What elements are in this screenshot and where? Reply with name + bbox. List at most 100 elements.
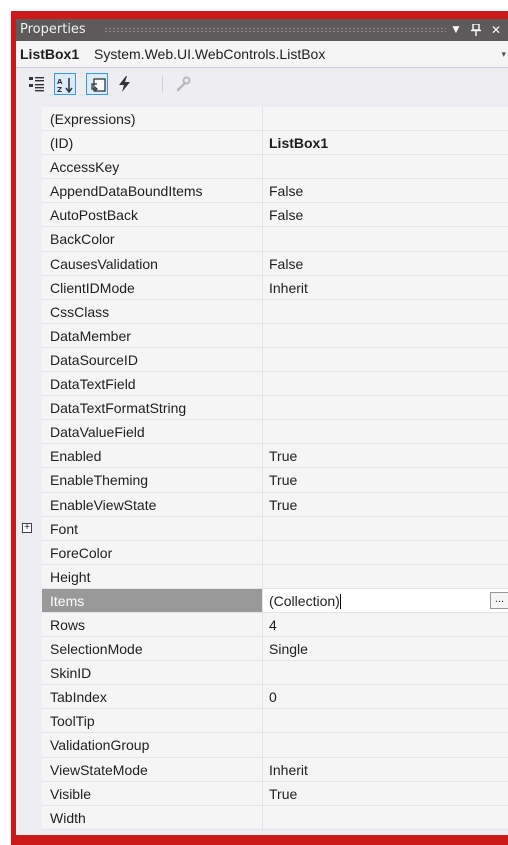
- property-name[interactable]: Items: [42, 588, 262, 613]
- property-name[interactable]: Visible: [42, 781, 262, 806]
- property-row[interactable]: ClientIDMode Inherit: [16, 275, 508, 300]
- property-value[interactable]: True: [262, 781, 508, 806]
- property-row[interactable]: DataSourceID: [16, 347, 508, 373]
- property-row[interactable]: ValidationGroup: [16, 733, 508, 758]
- property-value[interactable]: [262, 516, 508, 541]
- property-name[interactable]: (Expressions): [42, 107, 262, 132]
- categorized-button[interactable]: [26, 73, 48, 95]
- property-row[interactable]: Height: [16, 564, 508, 589]
- property-value[interactable]: True: [262, 468, 508, 493]
- close-icon[interactable]: ✕: [488, 19, 504, 41]
- property-name[interactable]: DataTextField: [42, 372, 262, 397]
- property-name[interactable]: EnableViewState: [42, 492, 262, 517]
- property-name[interactable]: Rows: [42, 612, 262, 638]
- events-button[interactable]: [114, 73, 136, 95]
- property-value[interactable]: 4: [262, 612, 508, 638]
- property-name[interactable]: Height: [42, 564, 262, 589]
- property-value[interactable]: [262, 107, 508, 132]
- properties-button[interactable]: [86, 73, 108, 95]
- property-row[interactable]: SkinID: [16, 661, 508, 686]
- expand-plus-icon[interactable]: +: [22, 522, 32, 533]
- property-row[interactable]: AutoPostBack False: [16, 203, 508, 228]
- property-name[interactable]: Font: [42, 516, 262, 541]
- property-row[interactable]: (Expressions): [16, 107, 508, 132]
- title-bar[interactable]: Properties ▼ ✕: [16, 19, 508, 41]
- property-value[interactable]: [262, 323, 508, 348]
- property-name[interactable]: BackColor: [42, 227, 262, 252]
- property-name[interactable]: CssClass: [42, 299, 262, 324]
- property-name[interactable]: SkinID: [42, 661, 262, 686]
- property-row[interactable]: DataTextField: [16, 372, 508, 397]
- property-row[interactable]: EnableTheming True: [16, 468, 508, 493]
- property-value[interactable]: [262, 564, 508, 589]
- property-name[interactable]: DataValueField: [42, 420, 262, 445]
- property-row[interactable]: ViewStateMode Inherit: [16, 757, 508, 782]
- property-value[interactable]: [262, 709, 508, 734]
- drag-grip[interactable]: [104, 27, 446, 33]
- property-row[interactable]: ToolTip: [16, 709, 508, 734]
- property-name[interactable]: (ID): [42, 131, 262, 156]
- property-row[interactable]: DataTextFormatString: [16, 396, 508, 421]
- property-value[interactable]: [262, 805, 508, 830]
- property-row[interactable]: AppendDataBoundItems False: [16, 179, 508, 204]
- property-value[interactable]: [262, 155, 508, 180]
- property-row[interactable]: Items (Collection)...: [16, 588, 508, 613]
- property-name[interactable]: ViewStateMode: [42, 757, 262, 782]
- property-name[interactable]: ForeColor: [42, 540, 262, 565]
- property-row[interactable]: ForeColor: [16, 540, 508, 565]
- property-value[interactable]: [262, 396, 508, 421]
- property-value[interactable]: True: [262, 492, 508, 517]
- property-value[interactable]: [262, 420, 508, 445]
- property-row[interactable]: CssClass: [16, 299, 508, 324]
- property-row[interactable]: TabIndex 0: [16, 685, 508, 710]
- object-selector[interactable]: ListBox1 System.Web.UI.WebControls.ListB…: [16, 41, 508, 68]
- property-name[interactable]: AutoPostBack: [42, 203, 262, 228]
- property-row[interactable]: AccessKey: [16, 155, 508, 180]
- property-name[interactable]: CausesValidation: [42, 251, 262, 276]
- window-options-dropdown-icon[interactable]: ▼: [448, 19, 464, 41]
- property-row[interactable]: DataMember: [16, 323, 508, 348]
- property-row[interactable]: Rows 4: [16, 612, 508, 638]
- property-name[interactable]: Enabled: [42, 444, 262, 469]
- property-row[interactable]: BackColor: [16, 227, 508, 252]
- property-pages-button[interactable]: [172, 73, 194, 95]
- property-value[interactable]: ListBox1: [262, 131, 508, 156]
- pin-icon[interactable]: [468, 19, 484, 43]
- property-name[interactable]: ValidationGroup: [42, 733, 262, 758]
- property-value[interactable]: [262, 733, 508, 758]
- property-name[interactable]: EnableTheming: [42, 468, 262, 493]
- property-name[interactable]: AppendDataBoundItems: [42, 179, 262, 204]
- chevron-down-icon[interactable]: ▾: [501, 41, 506, 67]
- property-row[interactable]: Width: [16, 805, 508, 830]
- property-value[interactable]: Single: [262, 637, 508, 662]
- property-value[interactable]: [262, 227, 508, 252]
- property-value[interactable]: Inherit: [262, 275, 508, 300]
- ellipsis-button[interactable]: ...: [490, 591, 508, 609]
- property-row[interactable]: DataValueField: [16, 420, 508, 445]
- property-value[interactable]: True: [262, 444, 508, 469]
- property-name[interactable]: ToolTip: [42, 709, 262, 734]
- property-name[interactable]: AccessKey: [42, 155, 262, 180]
- property-value[interactable]: [262, 372, 508, 397]
- property-value[interactable]: Inherit: [262, 757, 508, 782]
- property-row[interactable]: EnableViewState True: [16, 492, 508, 517]
- property-name[interactable]: DataSourceID: [42, 347, 262, 373]
- property-name[interactable]: DataTextFormatString: [42, 396, 262, 421]
- property-row[interactable]: SelectionMode Single: [16, 637, 508, 662]
- alphabetical-button[interactable]: A Z: [54, 73, 76, 95]
- property-value[interactable]: False: [262, 203, 508, 228]
- property-value[interactable]: False: [262, 179, 508, 204]
- property-value[interactable]: [262, 661, 508, 686]
- property-value[interactable]: [262, 540, 508, 565]
- property-name[interactable]: ClientIDMode: [42, 275, 262, 300]
- property-name[interactable]: TabIndex: [42, 685, 262, 710]
- property-name[interactable]: SelectionMode: [42, 637, 262, 662]
- property-name[interactable]: DataMember: [42, 323, 262, 348]
- property-row[interactable]: CausesValidation False: [16, 251, 508, 276]
- property-value[interactable]: [262, 347, 508, 373]
- property-name[interactable]: Width: [42, 805, 262, 830]
- property-value[interactable]: False: [262, 251, 508, 276]
- property-value[interactable]: (Collection)...: [262, 588, 508, 613]
- property-value[interactable]: [262, 299, 508, 324]
- property-row[interactable]: (ID) ListBox1: [16, 131, 508, 156]
